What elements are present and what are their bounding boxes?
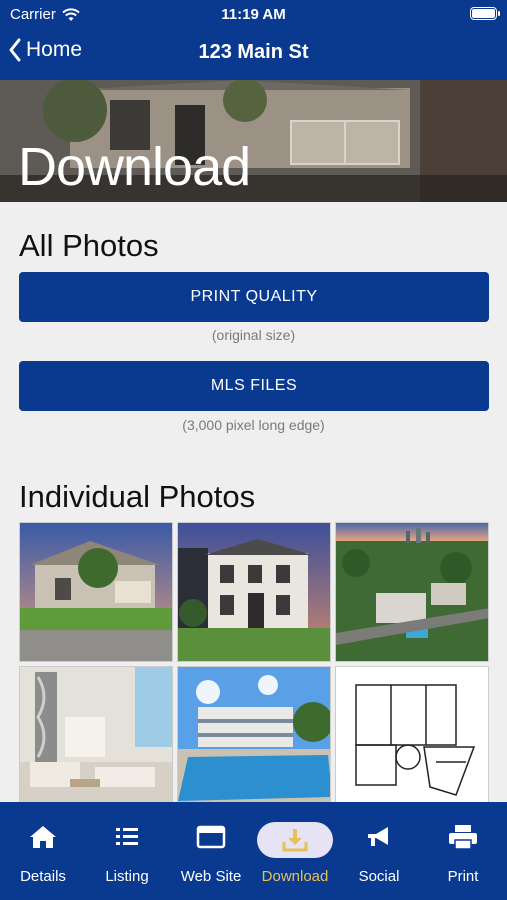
individual-photos-heading: Individual Photos xyxy=(19,479,256,514)
tab-download-label: Download xyxy=(261,868,329,885)
mls-files-note: (3,000 pixel long edge) xyxy=(182,417,325,433)
tab-print-label: Print xyxy=(447,868,479,885)
top-bar: Carrier 11:19 AM Home 123 Main St xyxy=(0,0,507,80)
tab-details[interactable]: Details xyxy=(1,814,85,885)
tab-website-label: Web Site xyxy=(180,868,242,885)
printer-icon xyxy=(449,825,477,850)
list-icon xyxy=(116,828,138,845)
photo-thumbnail-6[interactable] xyxy=(335,666,489,806)
house-photo-2 xyxy=(178,523,330,661)
photo-thumbnail-1[interactable] xyxy=(19,522,173,662)
photo-grid xyxy=(19,522,489,806)
hero-banner: Download xyxy=(0,80,507,202)
navigation-bar: Home 123 Main St xyxy=(0,30,507,76)
pool-photo xyxy=(178,667,330,805)
browser-icon xyxy=(196,825,226,849)
tab-print[interactable]: Print xyxy=(421,814,505,885)
tab-bar: Details Listing Web Site Download Social… xyxy=(0,802,507,900)
photo-thumbnail-5[interactable] xyxy=(177,666,331,806)
clock: 11:19 AM xyxy=(221,6,286,23)
photo-thumbnail-2[interactable] xyxy=(177,522,331,662)
tab-download[interactable]: Download xyxy=(253,814,337,885)
battery-icon xyxy=(470,7,497,20)
page-title: 123 Main St xyxy=(198,41,309,63)
floor-plan-image xyxy=(336,667,488,805)
status-bar: Carrier 11:19 AM xyxy=(0,0,507,28)
tab-website[interactable]: Web Site xyxy=(169,814,253,885)
living-room-photo xyxy=(20,667,172,805)
tab-details-label: Details xyxy=(20,868,66,885)
active-tab-pill xyxy=(257,821,333,858)
print-quality-button[interactable]: PRINT QUALITY xyxy=(19,272,489,322)
hero-title: Download xyxy=(18,137,251,197)
tab-social[interactable]: Social xyxy=(337,814,421,885)
tab-listing[interactable]: Listing xyxy=(85,814,169,885)
tab-social-label: Social xyxy=(358,868,400,885)
battery-tip xyxy=(498,11,500,16)
photo-thumbnail-3[interactable] xyxy=(335,522,489,662)
home-icon xyxy=(30,826,56,848)
all-photos-heading: All Photos xyxy=(19,228,159,263)
print-quality-note: (original size) xyxy=(211,327,296,343)
house-photo-1 xyxy=(20,523,172,661)
mls-files-button[interactable]: MLS FILES xyxy=(19,361,489,411)
content-area: All Photos PRINT QUALITY (original size)… xyxy=(0,202,507,806)
photo-thumbnail-4[interactable] xyxy=(19,666,173,806)
aerial-photo xyxy=(336,523,488,661)
megaphone-icon xyxy=(368,827,388,846)
tab-listing-label: Listing xyxy=(105,868,149,885)
download-screen: Carrier 11:19 AM Home 123 Main St Downlo… xyxy=(0,0,507,900)
download-icon xyxy=(282,828,308,851)
